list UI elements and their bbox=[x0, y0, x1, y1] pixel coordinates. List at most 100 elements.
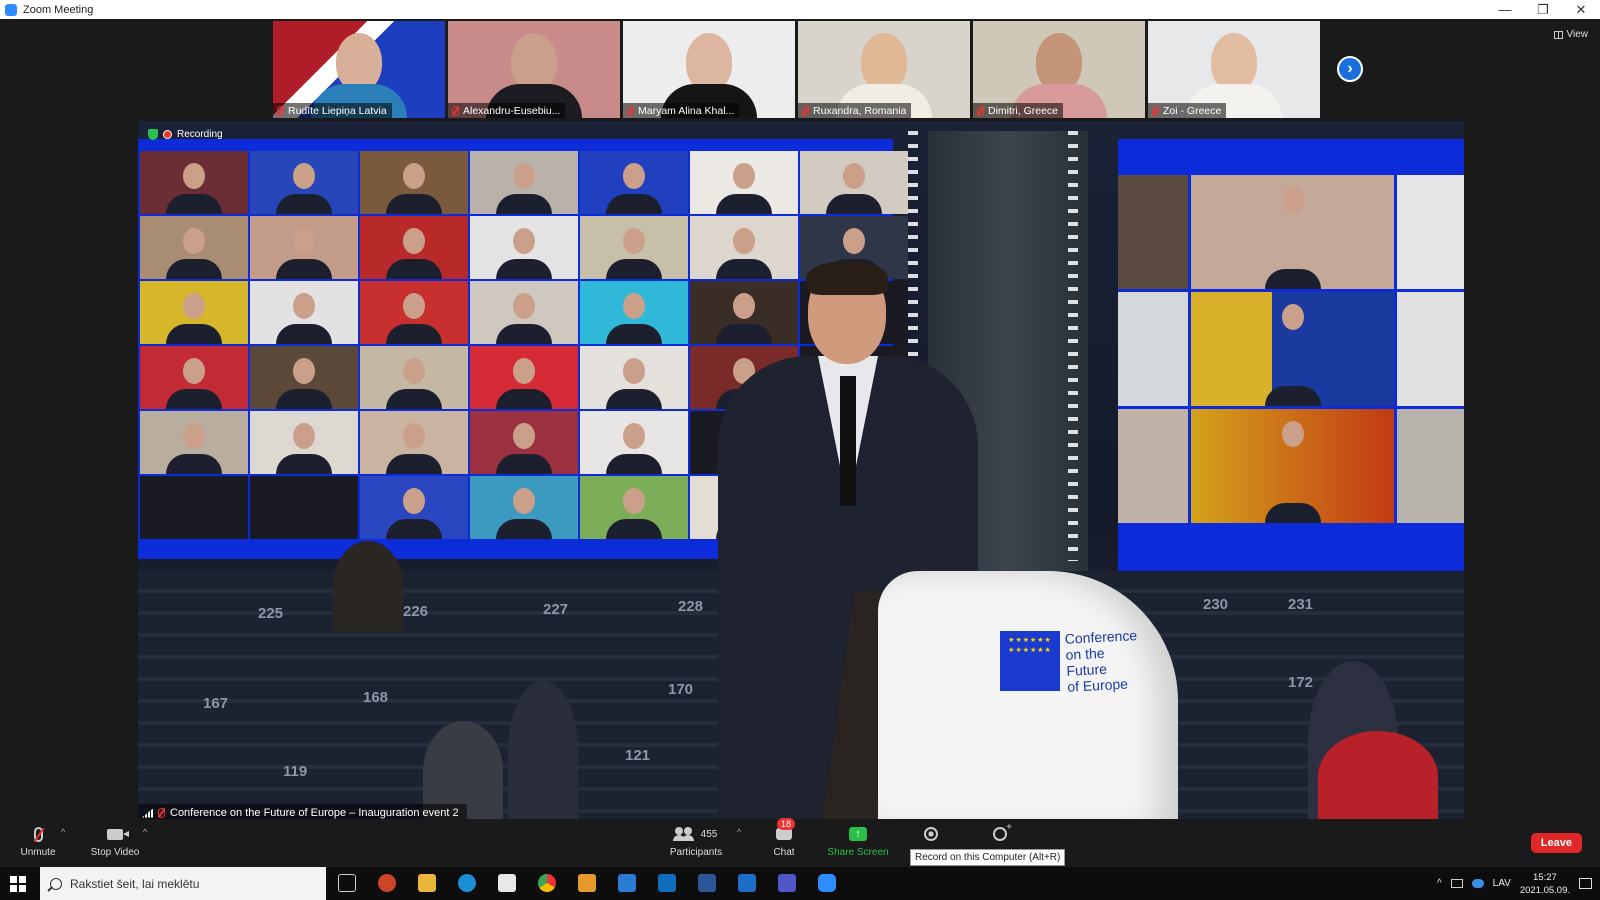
mic-muted-icon bbox=[452, 105, 459, 116]
speaker-hair bbox=[806, 261, 888, 295]
minimize-button[interactable]: — bbox=[1486, 2, 1524, 18]
seat-number: 121 bbox=[625, 747, 651, 764]
record-button[interactable] bbox=[918, 825, 944, 847]
seat-number: 167 bbox=[203, 695, 229, 712]
seat-number: 228 bbox=[678, 598, 704, 615]
leave-button[interactable]: Leave bbox=[1530, 833, 1582, 853]
share-screen-button[interactable]: ↑ Share Screen bbox=[826, 825, 890, 858]
zoom-taskbar-icon[interactable] bbox=[818, 874, 836, 892]
participant-tile[interactable]: Alexandru-Eusebiu... bbox=[448, 21, 620, 118]
participants-button[interactable]: 455 Participants bbox=[668, 825, 724, 858]
participant-name: Zoi - Greece bbox=[1163, 104, 1222, 117]
mic-muted-icon bbox=[802, 105, 809, 116]
search-placeholder: Rakstiet šeit, lai meklētu bbox=[70, 876, 200, 891]
mic-muted-icon bbox=[627, 105, 634, 116]
participant-namebar: Ruxandra, Romania bbox=[798, 103, 912, 118]
powerpoint-icon[interactable] bbox=[378, 874, 396, 892]
input-language[interactable]: LAV bbox=[1493, 878, 1511, 889]
participant-namebar: Maryam Alina Khal... bbox=[623, 103, 740, 118]
shield-icon bbox=[148, 129, 158, 140]
notifications-icon[interactable] bbox=[1579, 878, 1592, 889]
record-tooltip: Record on this Computer (Alt+R) bbox=[910, 849, 1066, 866]
recording-indicator: Recording bbox=[148, 129, 223, 140]
participant-name: Rudīte Liepiņa Latvia bbox=[288, 104, 387, 117]
participants-options-caret[interactable]: ^ bbox=[737, 827, 741, 837]
chrome-icon[interactable] bbox=[538, 874, 556, 892]
photos-icon[interactable] bbox=[738, 874, 756, 892]
share-screen-icon: ↑ bbox=[849, 827, 867, 841]
restore-button[interactable]: ❐ bbox=[1524, 2, 1562, 18]
eu-flag-icon bbox=[1000, 631, 1060, 691]
signal-icon bbox=[142, 808, 153, 818]
teams-icon[interactable] bbox=[778, 874, 796, 892]
participant-tile[interactable]: Ruxandra, Romania bbox=[798, 21, 970, 118]
chevron-right-icon: › bbox=[1347, 60, 1353, 77]
mic-muted-icon bbox=[1152, 105, 1159, 116]
file-explorer-icon[interactable] bbox=[418, 874, 436, 892]
onedrive-icon[interactable] bbox=[1471, 879, 1484, 888]
participant-tile[interactable]: Dimitri, Greece bbox=[973, 21, 1145, 118]
participant-namebar: Dimitri, Greece bbox=[973, 103, 1064, 118]
podium-text-line: of Europe bbox=[1066, 675, 1129, 695]
task-view-icon[interactable] bbox=[338, 874, 356, 892]
video-wall-right bbox=[1118, 139, 1464, 577]
view-label: View bbox=[1566, 29, 1589, 40]
speaker-tie bbox=[840, 376, 856, 506]
audio-options-caret[interactable]: ^ bbox=[61, 827, 65, 837]
clock-date: 2021.05.09. bbox=[1519, 884, 1570, 896]
unmute-label: Unmute bbox=[20, 847, 56, 858]
active-speaker-video[interactable]: Recording 225 226 227 228 230 231 167 16… bbox=[138, 121, 1464, 822]
edge-icon[interactable] bbox=[458, 874, 476, 892]
reactions-button[interactable] bbox=[988, 822, 1012, 847]
windows-start-icon[interactable] bbox=[10, 876, 26, 892]
clock[interactable]: 15:27 2021.05.09. bbox=[1520, 871, 1570, 897]
mic-muted-icon bbox=[33, 826, 43, 842]
seat-number: 119 bbox=[283, 763, 308, 780]
chat-label: Chat bbox=[773, 847, 795, 858]
unmute-button[interactable]: Unmute bbox=[20, 825, 56, 858]
share-screen-label: Share Screen bbox=[827, 847, 889, 858]
seat-number: 168 bbox=[363, 689, 389, 706]
view-button[interactable]: View bbox=[1553, 29, 1589, 40]
video-wall-right-grid bbox=[1118, 175, 1464, 523]
seat-number: 170 bbox=[668, 681, 694, 698]
participants-icon bbox=[672, 827, 695, 841]
outlook-icon[interactable] bbox=[658, 874, 676, 892]
audience-member bbox=[508, 681, 578, 822]
system-tray: ^ LAV 15:27 2021.05.09. bbox=[1437, 867, 1600, 900]
participant-name: Ruxandra, Romania bbox=[813, 104, 907, 117]
media-player-icon[interactable] bbox=[578, 874, 596, 892]
podium bbox=[878, 571, 1178, 822]
participants-label: Participants bbox=[669, 847, 723, 858]
participant-tile[interactable]: Rudīte Liepiņa Latvia bbox=[273, 21, 445, 118]
next-page-button[interactable]: › bbox=[1337, 56, 1363, 82]
seat-number: 231 bbox=[1288, 596, 1314, 613]
chevron-up-icon[interactable]: ^ bbox=[1437, 878, 1442, 889]
seat-number: 227 bbox=[543, 601, 569, 618]
mail-icon[interactable] bbox=[618, 874, 636, 892]
mic-muted-icon bbox=[158, 808, 165, 818]
chat-button[interactable]: 18 Chat bbox=[768, 818, 800, 858]
participant-tile[interactable]: Zoi - Greece bbox=[1148, 21, 1320, 118]
stop-video-button[interactable]: Stop Video bbox=[88, 825, 142, 858]
participants-count: 455 bbox=[700, 828, 718, 840]
meeting-toolbar: Unmute ^ Stop Video ^ 455 Participants ^… bbox=[0, 818, 1600, 867]
participant-tile[interactable]: Maryam Alina Khal... bbox=[623, 21, 795, 118]
video-options-caret[interactable]: ^ bbox=[143, 827, 147, 837]
conference-logo: Conference on the Future of Europe bbox=[1000, 627, 1138, 695]
audience-member bbox=[333, 541, 403, 631]
participant-name: Maryam Alina Khal... bbox=[638, 104, 735, 117]
network-icon[interactable] bbox=[1450, 879, 1463, 888]
word-icon[interactable] bbox=[698, 874, 716, 892]
window-title: Zoom Meeting bbox=[23, 3, 94, 16]
seat-number: 226 bbox=[403, 603, 429, 620]
record-icon bbox=[924, 827, 938, 841]
close-button[interactable]: ✕ bbox=[1562, 2, 1600, 18]
taskbar-search[interactable]: Rakstiet šeit, lai meklētu bbox=[40, 867, 326, 900]
podium-text-line: on the Future bbox=[1065, 644, 1108, 679]
recording-label: Recording bbox=[177, 129, 223, 140]
speaker-name: Conference on the Future of Europe – Ina… bbox=[170, 807, 459, 819]
store-icon[interactable] bbox=[498, 874, 516, 892]
stop-video-label: Stop Video bbox=[90, 847, 140, 858]
window-titlebar: Zoom Meeting — ❐ ✕ bbox=[0, 0, 1600, 19]
